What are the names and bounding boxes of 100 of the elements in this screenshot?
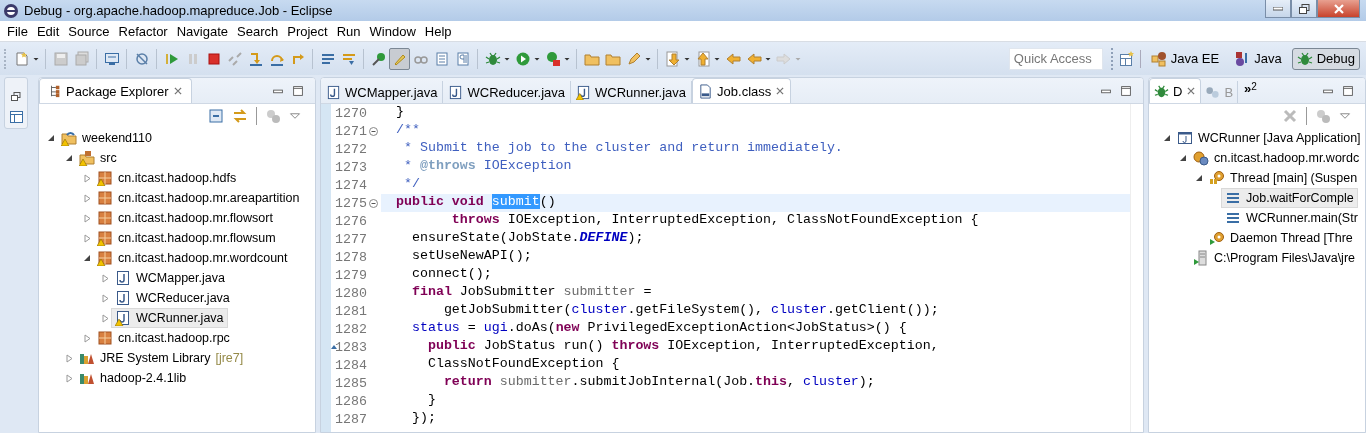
tree-item[interactable]: Job.waitForComple: [1221, 188, 1358, 208]
menu-item[interactable]: Help: [421, 23, 458, 39]
tree-item[interactable]: hadoop-2.4.1lib: [75, 368, 191, 388]
collapse-all-icon[interactable]: [208, 108, 224, 124]
tree-item[interactable]: WCReducer.java: [111, 288, 234, 308]
gear-icon: [1209, 230, 1225, 246]
perspective-button[interactable]: Java EE: [1145, 47, 1225, 70]
gears-icon[interactable]: [265, 108, 281, 124]
tree-item[interactable]: WCRunner.java: [111, 308, 228, 328]
tree-item[interactable]: WCMapper.java: [111, 268, 229, 288]
menu-item[interactable]: Window: [366, 23, 422, 39]
bug-icon: [1154, 83, 1169, 99]
menu-item[interactable]: Source: [65, 23, 116, 39]
stack-frame-icon: [1225, 210, 1241, 226]
view-tab[interactable]: Package Explorer: [39, 78, 192, 103]
code-line: });: [410, 410, 437, 427]
tree-item[interactable]: cn.itcast.hadoop.mr.flowsort: [93, 208, 277, 228]
menu-item[interactable]: Refactor: [115, 23, 174, 39]
tree-item[interactable]: cn.itcast.hadoop.hdfs: [93, 168, 241, 188]
remove-terminated-icon[interactable]: [1282, 108, 1298, 124]
expand-toggle[interactable]: [99, 293, 111, 303]
maximize-icon[interactable]: [291, 83, 305, 98]
restore-button[interactable]: [1291, 0, 1317, 18]
open-perspective-icon[interactable]: [1118, 50, 1135, 67]
close-icon[interactable]: [172, 86, 183, 96]
code-line: final JobSubmitter submitter =: [410, 284, 653, 301]
panel-icon[interactable]: [9, 111, 23, 123]
tree-item[interactable]: cn.itcast.hadoop.mr.flowsum: [93, 228, 280, 248]
list-page-icon: [433, 50, 450, 67]
package-tree-icon: [48, 84, 62, 98]
disks-icon: [73, 50, 90, 67]
editor-tab[interactable]: WCReducer.java: [443, 81, 572, 103]
application-window-icon: [1177, 130, 1193, 146]
brush-button[interactable]: [389, 47, 410, 70]
menu-item[interactable]: Run: [333, 23, 367, 39]
restore-icon[interactable]: [11, 92, 21, 102]
expand-toggle[interactable]: [81, 233, 93, 243]
expand-toggle[interactable]: [63, 353, 75, 363]
library-version: [jre7]: [215, 351, 244, 365]
link-arrows-icon[interactable]: [232, 108, 248, 124]
package-icon: [97, 330, 113, 346]
tree-item[interactable]: cn.itcast.hadoop.mr.areapartition: [93, 188, 304, 208]
tree-item[interactable]: src: [75, 148, 121, 168]
tree-item[interactable]: Daemon Thread [Thre: [1205, 228, 1357, 248]
expand-toggle[interactable]: [81, 213, 93, 223]
tree-item[interactable]: WCRunner [Java Application]: [1173, 128, 1365, 148]
expand-toggle[interactable]: [99, 313, 111, 323]
line-number: 1275: [335, 195, 368, 211]
tree-item[interactable]: weekend110: [57, 128, 156, 148]
java-file-icon: [448, 84, 464, 100]
perspective-button[interactable]: Java: [1229, 47, 1287, 70]
expand-toggle[interactable]: [99, 273, 111, 283]
code-line: getJobSubmitter(cluster.getFileSystem(), cluster.getClient());: [442, 302, 940, 319]
gears-icon[interactable]: [1315, 108, 1331, 124]
view-tab[interactable]: D: [1149, 78, 1202, 103]
view-menu-icon[interactable]: [289, 110, 301, 122]
expand-toggle[interactable]: [81, 333, 93, 343]
perspective-button[interactable]: Debug: [1291, 47, 1360, 70]
monitor-icon: [103, 50, 120, 67]
arrow-down-icon: [664, 50, 681, 67]
line-number: 1274: [335, 177, 368, 193]
fold-toggle[interactable]: [369, 198, 381, 208]
tree-item[interactable]: cn.itcast.hadoop.mr.wordcount: [93, 248, 292, 268]
expand-toggle[interactable]: [81, 193, 93, 203]
fold-toggle[interactable]: [369, 126, 381, 136]
line-number: 1270: [335, 105, 368, 121]
line-number: 1287: [335, 411, 368, 427]
quick-access-field[interactable]: Quick Access: [1008, 47, 1103, 70]
tree-item[interactable]: C:\Program Files\Java\jre: [1189, 248, 1359, 268]
maximize-icon[interactable]: [1341, 83, 1355, 98]
line-number: 1271: [335, 123, 368, 139]
tree-item[interactable]: Thread [main] (Suspen: [1205, 168, 1362, 188]
code-line: setUseNewAPI();: [410, 248, 533, 265]
editor-tab[interactable]: Job.class: [692, 78, 792, 103]
code-line: }: [395, 104, 405, 121]
tree-item[interactable]: cn.itcast.hadoop.mr.wordc: [1189, 148, 1364, 168]
menu-item[interactable]: Project: [284, 23, 334, 39]
menu-item[interactable]: Search: [234, 23, 285, 39]
close-icon: [1333, 3, 1344, 14]
close-icon[interactable]: [1186, 86, 1197, 96]
menu-item[interactable]: Navigate: [173, 23, 234, 39]
tree-item[interactable]: cn.itcast.hadoop.rpc: [93, 328, 234, 348]
class-file-icon: [698, 83, 714, 99]
tree-item[interactable]: JRE System Library [jre7]: [75, 348, 248, 368]
menu-item[interactable]: Edit: [33, 23, 66, 39]
expand-toggle[interactable]: [81, 173, 93, 183]
code-line: /**: [395, 122, 421, 139]
maximize-icon[interactable]: [1119, 83, 1133, 98]
menu-item[interactable]: File: [4, 23, 34, 39]
close-button[interactable]: [1317, 0, 1360, 18]
code-line: status = ugi.doAs(new PrivilegedExceptionAction<JobStatus>() {: [410, 320, 908, 337]
close-icon[interactable]: [775, 86, 786, 96]
line-number: 1278: [335, 249, 368, 265]
view-menu-icon[interactable]: [1339, 110, 1351, 122]
line-number: 1281: [335, 303, 368, 319]
line-number: 1272: [335, 141, 368, 157]
editor-tab[interactable]: WCMapper.java: [321, 81, 444, 103]
expand-toggle[interactable]: [63, 373, 75, 383]
tree-item[interactable]: WCRunner.main(Str: [1221, 208, 1362, 228]
code-line: connect();: [410, 266, 493, 283]
